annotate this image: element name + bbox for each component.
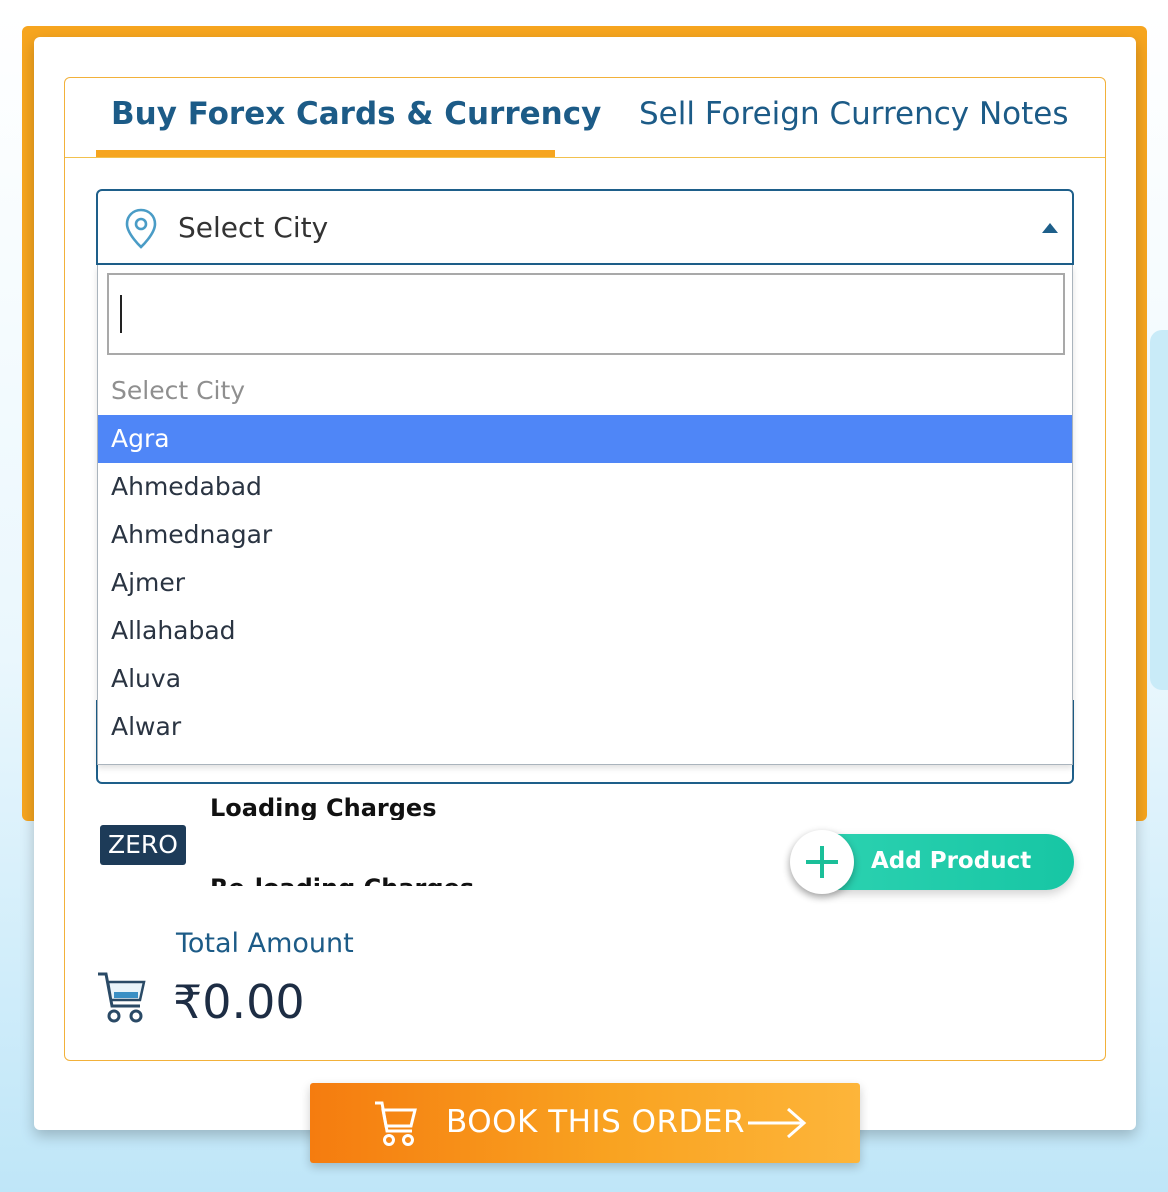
tab-sell-currency[interactable]: Sell Foreign Currency Notes bbox=[639, 96, 1069, 132]
city-option[interactable]: Agra bbox=[98, 415, 1072, 463]
cart-icon bbox=[375, 1101, 417, 1146]
city-dropdown: Select City Agra Ahmedabad Ahmednagar Ajmer A… bbox=[97, 265, 1073, 765]
city-option[interactable]: Aluva bbox=[98, 655, 1072, 703]
city-option[interactable]: Allahabad bbox=[98, 607, 1072, 655]
zero-badge: ZERO bbox=[100, 825, 186, 865]
map-pin-icon bbox=[125, 208, 157, 249]
city-search-input[interactable] bbox=[107, 273, 1065, 355]
loading-charges-label: Loading Charges bbox=[210, 794, 437, 820]
city-option[interactable]: Ahmedabad bbox=[98, 463, 1072, 511]
active-tab-indicator bbox=[96, 150, 555, 157]
city-select-value: Select City bbox=[178, 211, 329, 244]
add-product-label: Add Product bbox=[871, 848, 1032, 874]
caret-up-icon[interactable] bbox=[1042, 223, 1058, 233]
total-amount-label: Total Amount bbox=[176, 928, 354, 959]
city-option[interactable]: Ahmednagar bbox=[98, 511, 1072, 559]
background-panel bbox=[1150, 330, 1168, 690]
city-option[interactable]: Alwar bbox=[98, 703, 1072, 751]
city-option[interactable]: Ajmer bbox=[98, 559, 1072, 607]
reloading-charges-label: Re-loading Charges bbox=[210, 874, 474, 886]
tab-buy-forex[interactable]: Buy Forex Cards & Currency bbox=[111, 96, 601, 132]
city-option-placeholder[interactable]: Select City bbox=[98, 367, 1072, 415]
book-order-button[interactable]: BOOK THIS ORDER bbox=[310, 1083, 860, 1163]
plus-icon bbox=[790, 830, 854, 894]
add-product-button[interactable]: Add Product bbox=[790, 830, 1074, 894]
book-order-label: BOOK THIS ORDER bbox=[446, 1104, 746, 1140]
tab-bar: Buy Forex Cards & Currency Sell Foreign … bbox=[65, 78, 1105, 158]
arrow-right-icon bbox=[748, 1107, 807, 1139]
total-amount-value: ₹0.00 bbox=[173, 975, 305, 1029]
shopping-cart-icon bbox=[98, 972, 146, 1023]
text-cursor bbox=[120, 295, 122, 333]
city-select[interactable]: Select City bbox=[96, 189, 1074, 265]
